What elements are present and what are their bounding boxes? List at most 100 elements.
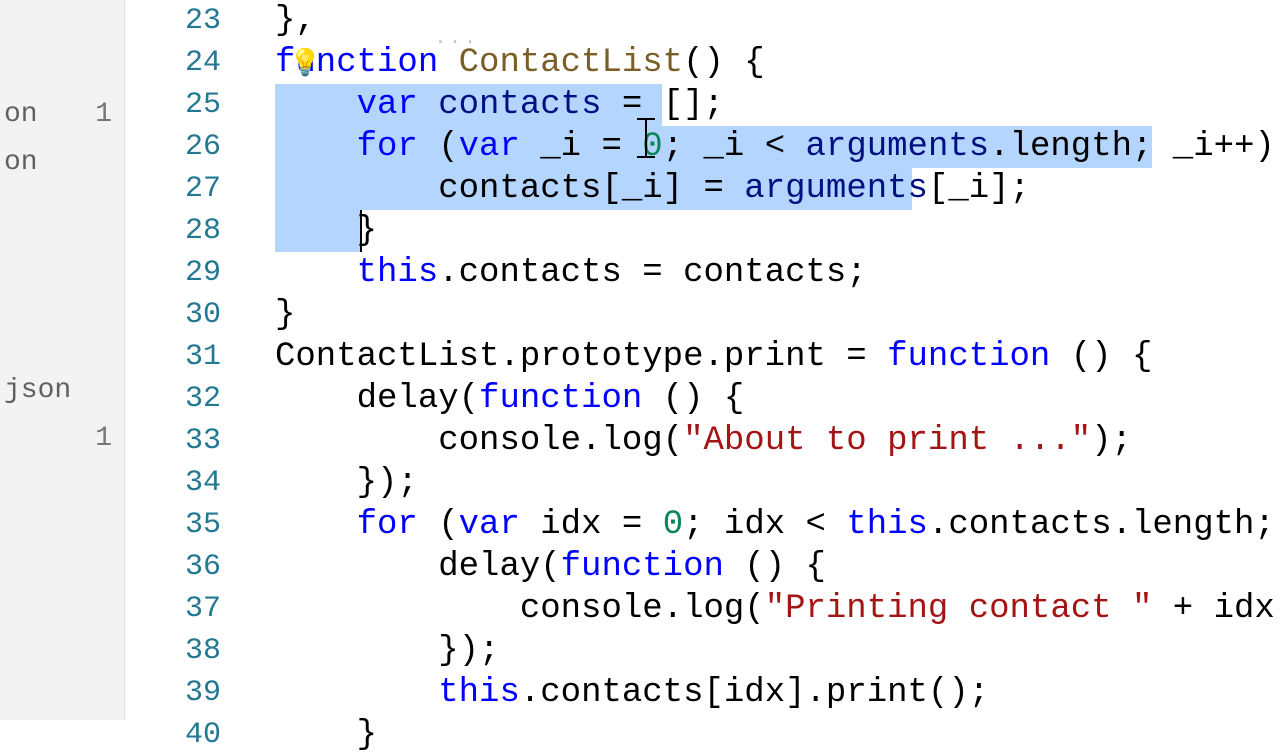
code-text: function — [479, 380, 642, 418]
code-text: = []; — [601, 86, 723, 124]
code-line[interactable]: }, — [245, 0, 1280, 42]
code-text: ContactList.prototype.print = — [275, 338, 887, 376]
code-text — [275, 86, 357, 124]
code-line[interactable]: } — [245, 294, 1280, 336]
line-number: 28 — [125, 210, 245, 252]
code-text: .contacts = contacts; — [438, 254, 866, 292]
line-number-gutter[interactable]: 23 24 25 26 27 28 29 30 31 32 33 34 35 3… — [125, 0, 245, 720]
sidebar-item-label: on — [4, 147, 38, 178]
line-number: 29 — [125, 252, 245, 294]
code-line[interactable]: } — [245, 714, 1280, 756]
line-number: 31 — [125, 336, 245, 378]
code-text: 0 — [663, 506, 683, 544]
code-text: [_i]; — [928, 170, 1030, 208]
code-text: console.log( — [438, 422, 683, 460]
code-text — [275, 674, 438, 712]
code-text: () { — [1050, 338, 1152, 376]
code-text: delay( — [438, 548, 560, 586]
code-text: () { — [683, 44, 765, 82]
code-line[interactable]: this.contacts[idx].print(); — [245, 672, 1280, 714]
code-text — [275, 506, 357, 544]
code-line[interactable]: var contacts = []; — [245, 84, 1280, 126]
code-text: .length; _i++) { — [989, 128, 1280, 166]
lightbulb-icon[interactable]: 💡 — [289, 48, 321, 79]
sidebar-item[interactable]: json — [0, 366, 124, 414]
code-line[interactable]: console.log("About to print ..."); — [245, 420, 1280, 462]
code-text: "Printing contact " — [765, 590, 1153, 628]
code-text: arguments — [806, 128, 990, 166]
code-text — [275, 422, 438, 460]
code-text: this — [438, 674, 520, 712]
code-text: ; _i < — [663, 128, 806, 166]
code-text: contacts[_i] = — [438, 170, 744, 208]
code-line[interactable]: function ContactList() { — [245, 42, 1280, 84]
code-text: function — [887, 338, 1050, 376]
line-number: 39 — [125, 672, 245, 714]
code-line[interactable]: delay(function () { — [245, 546, 1280, 588]
code-text: idx = — [520, 506, 663, 544]
line-number: 24 — [125, 42, 245, 84]
code-text — [275, 170, 438, 208]
code-text: } — [357, 716, 377, 754]
code-text: _i = — [520, 128, 642, 166]
code-text: for — [357, 128, 418, 166]
code-text: ( — [418, 128, 459, 166]
code-text: var — [459, 506, 520, 544]
sidebar-item[interactable]: 1 — [0, 414, 124, 462]
code-text: function — [561, 548, 724, 586]
code-text: this — [846, 506, 928, 544]
code-line[interactable]: console.log("Printing contact " + idx); — [245, 588, 1280, 630]
code-line[interactable]: for (var _i = 0; _i < arguments.length; … — [245, 126, 1280, 168]
code-line[interactable]: for (var idx = 0; idx < this.contacts.le… — [245, 504, 1280, 546]
code-line[interactable]: delay(function () { — [245, 378, 1280, 420]
sidebar-item-label: json — [4, 375, 71, 406]
code-line[interactable]: }); — [245, 462, 1280, 504]
sidebar-item[interactable]: on — [0, 138, 124, 186]
sidebar-item-badge: 1 — [95, 423, 112, 454]
code-text — [275, 716, 357, 754]
code-text: () { — [724, 548, 826, 586]
line-number: 32 — [125, 378, 245, 420]
code-line[interactable]: }); — [245, 630, 1280, 672]
code-text: ContactList — [438, 44, 683, 82]
line-number: 34 — [125, 462, 245, 504]
line-number: 36 — [125, 546, 245, 588]
code-line[interactable]: contacts[_i] = arguments[_i]; — [245, 168, 1280, 210]
line-number: 35 — [125, 504, 245, 546]
code-text — [275, 380, 357, 418]
code-text: }, — [275, 2, 316, 40]
line-number: 26 — [125, 126, 245, 168]
code-text: var — [459, 128, 520, 166]
line-number: 30 — [125, 294, 245, 336]
code-text — [275, 464, 357, 502]
code-text: () { — [642, 380, 744, 418]
code-line[interactable]: ContactList.prototype.print = function (… — [245, 336, 1280, 378]
code-text — [275, 254, 357, 292]
code-text — [275, 128, 357, 166]
code-text: ); — [1091, 422, 1132, 460]
code-text: for — [357, 506, 418, 544]
line-number: 40 — [125, 714, 245, 756]
line-number: 27 — [125, 168, 245, 210]
code-text: }); — [438, 632, 499, 670]
line-number: 25 — [125, 84, 245, 126]
code-text: .contacts[idx].print(); — [520, 674, 989, 712]
code-text: } — [275, 296, 295, 334]
code-text: contacts — [418, 86, 602, 124]
code-text: + idx); — [1152, 590, 1280, 628]
code-text: "About to print ..." — [683, 422, 1091, 460]
code-text: .contacts.length; idx += — [928, 506, 1280, 544]
code-line[interactable]: this.contacts = contacts; — [245, 252, 1280, 294]
code-text: ; idx < — [683, 506, 846, 544]
code-text — [275, 590, 520, 628]
sidebar-item-label: on — [4, 99, 38, 130]
code-text: var — [357, 86, 418, 124]
sidebar-item[interactable]: on 1 — [0, 90, 124, 138]
code-line[interactable]: } — [245, 210, 1280, 252]
file-explorer-sidebar[interactable]: on 1 on json 1 — [0, 0, 125, 720]
code-editor[interactable]: 💡 ... }, function ContactList() { var co… — [245, 0, 1280, 720]
line-number: 33 — [125, 420, 245, 462]
code-text: delay( — [357, 380, 479, 418]
text-caret — [360, 210, 362, 252]
code-text: this — [357, 254, 439, 292]
